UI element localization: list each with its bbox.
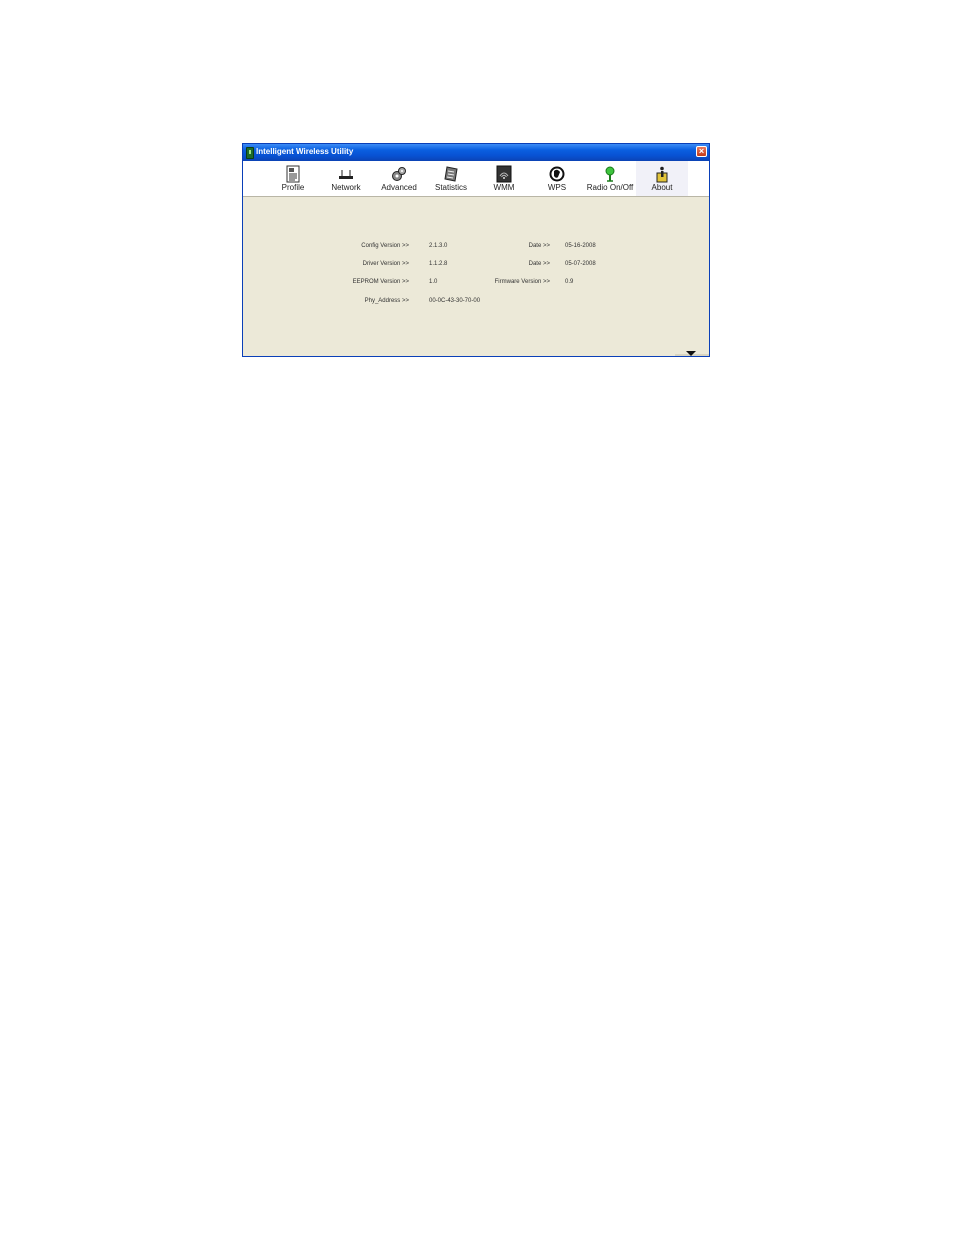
utility-window: Intelligent Wireless Utility × Profile N…: [242, 143, 710, 357]
close-button[interactable]: ×: [696, 146, 707, 157]
profile-icon: [286, 165, 300, 183]
tab-label: WPS: [547, 183, 567, 192]
toolbar: Profile Network Advanced Statistics WMM …: [243, 161, 709, 197]
config-date-value: 05-16-2008: [565, 243, 596, 249]
driver-version-label: Driver Version >>: [362, 261, 409, 267]
wmm-icon: [496, 165, 512, 183]
config-version-value: 2.1.3.0: [429, 243, 448, 249]
phy-address-label: Phy_Address >>: [364, 298, 409, 304]
tab-label: Profile: [281, 183, 305, 192]
about-icon: [656, 166, 668, 183]
tab-label: Network: [331, 183, 361, 192]
tab-wps[interactable]: WPS: [531, 161, 583, 196]
driver-date-value: 05-07-2008: [565, 261, 596, 267]
scroll-down-icon[interactable]: [686, 351, 696, 356]
tab-network[interactable]: Network: [320, 161, 372, 196]
wps-icon: [549, 166, 565, 182]
title-bar[interactable]: Intelligent Wireless Utility ×: [243, 144, 709, 161]
about-panel: Config Version >> 2.1.3.0 Date >> 05-16-…: [243, 197, 709, 356]
config-date-label: Date >>: [528, 243, 550, 249]
window-title: Intelligent Wireless Utility: [256, 147, 354, 156]
eeprom-version-label: EEPROM Version >>: [352, 279, 409, 285]
app-icon: [246, 147, 254, 159]
tab-label: About: [651, 183, 673, 192]
phy-address-value: 00-0C-43-30-70-00: [429, 298, 481, 304]
firmware-version-label: Firmware Version >>: [494, 279, 550, 285]
tab-label: Advanced: [381, 183, 417, 192]
tab-about[interactable]: About: [636, 161, 688, 196]
driver-date-label: Date >>: [528, 261, 550, 267]
tab-profile[interactable]: Profile: [267, 161, 319, 196]
tab-label: Statistics: [434, 183, 467, 192]
advanced-icon: [392, 167, 406, 181]
eeprom-version-value: 1.0: [429, 279, 438, 285]
tab-statistics[interactable]: Statistics: [425, 161, 477, 196]
radio-icon: [605, 166, 615, 182]
tab-radio-on-off[interactable]: Radio On/Off: [581, 161, 639, 196]
firmware-version-value: 0.9: [565, 279, 574, 285]
network-icon: [339, 170, 353, 179]
close-icon: ×: [698, 146, 705, 156]
driver-version-value: 1.1.2.8: [429, 261, 448, 267]
tab-wmm[interactable]: WMM: [478, 161, 530, 196]
config-version-label: Config Version >>: [361, 243, 409, 249]
tab-label: Radio On/Off: [586, 183, 634, 192]
statistics-icon: [444, 166, 458, 182]
tab-advanced[interactable]: Advanced: [373, 161, 425, 196]
tab-label: WMM: [493, 183, 515, 192]
